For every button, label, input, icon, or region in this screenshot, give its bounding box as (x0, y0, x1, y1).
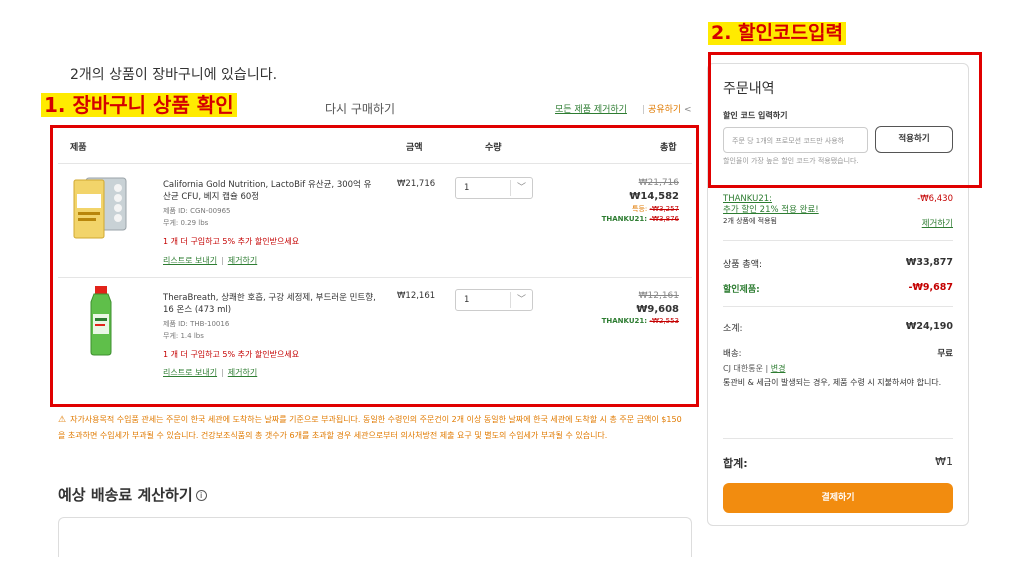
remove-code-link[interactable]: 제거하기 (903, 217, 953, 229)
shipping-carrier: CJ 대한통운 (723, 364, 763, 373)
total-value: ₩1 (935, 455, 953, 468)
shipping-calc-card (58, 517, 692, 557)
applied-code-items: 2개 상품에 적용됨 (723, 217, 777, 225)
annotation-step2-label: 2. 할인코드입력 (708, 22, 846, 45)
checkout-button[interactable]: 결제하기 (723, 483, 953, 513)
divider (723, 438, 953, 439)
annotation-step1-box (50, 125, 699, 407)
warning-icon: ⚠ (58, 415, 67, 425)
sum-label: 소계: (723, 324, 743, 334)
shipping-calc-label: 예상 배송료 계산하기 (58, 486, 193, 504)
change-shipping-link[interactable]: 변경 (771, 364, 786, 373)
sum-value: ₩24,190 (905, 321, 953, 332)
subtotal-value: ₩33,877 (905, 257, 953, 268)
discount-products-label: 할인제품: (723, 285, 760, 295)
applied-code-amount: -₩6,430 (917, 194, 953, 204)
subtotal-label: 상품 총액: (723, 260, 763, 270)
total-label: 합계: (723, 457, 748, 470)
annotation-step2-box (708, 52, 982, 188)
share-label: 공유하기 (648, 105, 682, 115)
remove-all-button[interactable]: 모든 제품 제거하기 (555, 102, 627, 115)
discount-products-value: -₩9,687 (908, 282, 953, 293)
tab-reorder[interactable]: 다시 구매하기 (325, 100, 395, 117)
customs-warning-text: 자가사용목적 수입품 관세는 주문이 한국 세관에 도착하는 날짜를 기준으로 … (58, 415, 682, 440)
cart-count-heading: 2개의 상품이 장바구니에 있습니다. (70, 67, 278, 83)
share-button[interactable]: | 공유하기 < (642, 102, 692, 115)
divider (723, 306, 953, 307)
applied-code-message: 추가 할인 21% 적용 완료! (723, 205, 819, 215)
customs-warning: ⚠ 자가사용목적 수입품 관세는 주문이 한국 세관에 도착하는 날짜를 기준으로… (58, 412, 688, 444)
shipping-value: 무료 (937, 349, 953, 359)
shipping-calc-title: 예상 배송료 계산하기 i (58, 484, 207, 505)
shipping-method: CJ 대한통운 | 변경 (723, 364, 786, 373)
shipping-note: 통관비 & 세금이 발생되는 경우, 제품 수령 시 지불하셔야 합니다. (723, 378, 942, 387)
applied-code-info: THANKU21: 추가 할인 21% 적용 완료! 2개 상품에 적용됨 (723, 194, 819, 227)
applied-code-name[interactable]: THANKU21: (723, 194, 819, 205)
info-icon[interactable]: i (195, 490, 207, 501)
annotation-step1-label: 1. 장바구니 상품 확인 (41, 93, 237, 117)
divider (723, 240, 953, 241)
share-icon: < (684, 105, 692, 115)
shipping-label: 배송: (723, 349, 742, 359)
